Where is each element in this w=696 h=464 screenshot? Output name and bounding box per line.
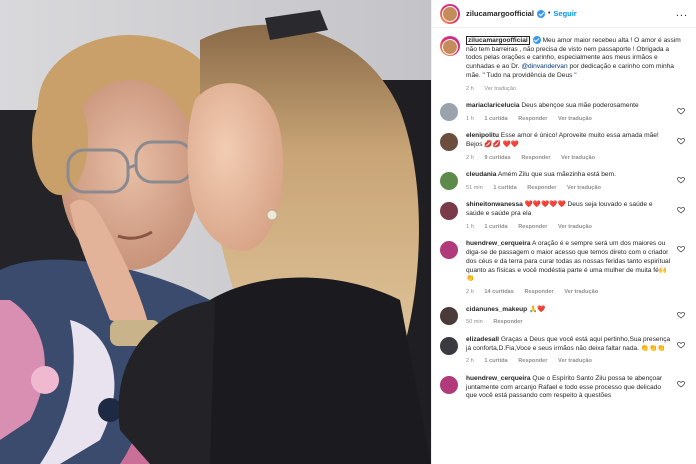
comment-time[interactable]: 2 h xyxy=(466,358,474,364)
reply-button[interactable]: Responder xyxy=(527,185,556,191)
follow-button[interactable]: Seguir xyxy=(553,9,576,18)
translate-link[interactable]: Ver tradução xyxy=(564,289,598,295)
translate-link[interactable]: Ver tradução xyxy=(567,185,601,191)
verified-badge-icon xyxy=(532,36,541,44)
caption-body: zilucamargoofficial Meu amor maior receb… xyxy=(466,35,686,93)
comment-likes[interactable]: 14 curtidas xyxy=(484,289,514,295)
comment-body: cleudania Amém Zilu que sua mãezinha est… xyxy=(466,171,686,192)
comment-item: elizadesall Graças a Deus que você está … xyxy=(440,336,686,366)
comment-text: Deus abençoe sua mãe poderosamente xyxy=(519,102,639,110)
commenter-avatar[interactable] xyxy=(440,202,458,221)
comment-body: huendrew_cerqueira Que o Espírito Santo … xyxy=(466,375,686,401)
header-separator: • xyxy=(547,10,551,17)
reply-button[interactable]: Responder xyxy=(524,289,553,295)
heart-outline-icon[interactable] xyxy=(677,176,685,184)
comment-username[interactable]: cidanunes_makeup xyxy=(466,306,527,313)
comment-item: cleudania Amém Zilu que sua mãezinha est… xyxy=(440,171,686,192)
comment-meta: 2 h 9 curtidas Responder Ver tradução xyxy=(466,155,672,162)
comment-meta: 2 h 1 curtida Responder Ver tradução xyxy=(466,358,672,365)
reply-button[interactable]: Responder xyxy=(518,358,547,364)
commenter-avatar[interactable] xyxy=(440,103,458,122)
comment-body: mariaclaricelucia Deus abençoe sua mãe p… xyxy=(466,102,686,123)
comment-time[interactable]: 51 min xyxy=(466,185,483,191)
post-caption: zilucamargoofficial Meu amor maior receb… xyxy=(440,35,686,93)
reply-button[interactable]: Responder xyxy=(518,224,547,230)
more-options-icon[interactable]: ... xyxy=(676,8,688,19)
comments-panel: zilucamargoofficial • Seguir ... zilucam… xyxy=(431,0,696,464)
comment-time[interactable]: 1 h xyxy=(466,224,474,230)
post-image xyxy=(0,0,431,464)
caption-translate-link[interactable]: Ver tradução xyxy=(484,86,516,92)
comment-item: huendrew_cerqueira Que o Espírito Santo … xyxy=(440,375,686,401)
comment-likes[interactable]: 9 curtidas xyxy=(484,155,510,161)
caption-mention[interactable]: @dinvandervan xyxy=(521,63,567,70)
comment-body: elizadesall Graças a Deus que você está … xyxy=(466,336,686,366)
comment-username[interactable]: huendrew_cerqueira xyxy=(466,375,531,382)
commenter-avatar[interactable] xyxy=(440,336,458,355)
comment-time[interactable]: 2 h xyxy=(466,155,474,161)
reply-button[interactable]: Responder xyxy=(493,319,522,325)
heart-outline-icon[interactable] xyxy=(677,341,685,349)
comment-meta: 50 min Responder xyxy=(466,319,672,326)
comments-list: zilucamargoofficial Meu amor maior receb… xyxy=(432,28,696,401)
comment-username[interactable]: mariaclaricelucia xyxy=(466,102,520,109)
comment-body: shineitonwanessa ❤️❤️❤️❤️❤️ Deus seja lo… xyxy=(466,201,686,231)
caption-meta: 2 h Ver tradução xyxy=(466,86,684,93)
comment-meta: 51 min 1 curtida Responder Ver tradução xyxy=(466,185,672,192)
heart-outline-icon[interactable] xyxy=(677,206,685,214)
comment-item: mariaclaricelucia Deus abençoe sua mãe p… xyxy=(440,102,686,123)
comment-item: huendrew_cerqueira A oração é e sempre s… xyxy=(440,240,686,296)
author-username[interactable]: zilucamargoofficial xyxy=(466,9,534,18)
comment-item: shineitonwanessa ❤️❤️❤️❤️❤️ Deus seja lo… xyxy=(440,201,686,231)
comment-time[interactable]: 50 min xyxy=(466,319,483,325)
translate-link[interactable]: Ver tradução xyxy=(561,155,595,161)
comment-body: huendrew_cerqueira A oração é e sempre s… xyxy=(466,240,686,296)
comment-body: elenipolitu Esse amor é único! Aproveite… xyxy=(466,132,686,162)
reply-button[interactable]: Responder xyxy=(521,155,550,161)
post-header: zilucamargoofficial • Seguir ... xyxy=(432,0,696,28)
heart-outline-icon[interactable] xyxy=(677,137,685,145)
translate-link[interactable]: Ver tradução xyxy=(558,224,592,230)
comment-meta: 1 h 1 curtida Responder Ver tradução xyxy=(466,224,672,231)
comment-likes[interactable]: 1 curtida xyxy=(484,224,507,230)
verified-badge-icon xyxy=(536,9,545,18)
post-photo[interactable] xyxy=(0,0,431,464)
comment-likes[interactable]: 1 curtida xyxy=(493,185,516,191)
comment-item: elenipolitu Esse amor é único! Aproveite… xyxy=(440,132,686,162)
comment-username[interactable]: elizadesall xyxy=(466,336,499,343)
comment-username[interactable]: shineitonwanessa xyxy=(466,201,523,208)
comment-text: 🙏❤️ xyxy=(527,305,546,313)
commenter-avatar[interactable] xyxy=(440,375,458,394)
comment-meta: 1 h 1 curtida Responder Ver tradução xyxy=(466,116,672,123)
caption-avatar-ring[interactable] xyxy=(440,36,460,56)
comment-time[interactable]: 2 h xyxy=(466,289,474,295)
author-avatar-ring[interactable] xyxy=(440,3,460,24)
comment-item: cidanunes_makeup 🙏❤️ 50 min Responder xyxy=(440,306,686,327)
comment-username[interactable]: cleudania xyxy=(466,171,496,178)
comment-username[interactable]: elenipolitu xyxy=(466,132,499,139)
commenter-avatar[interactable] xyxy=(440,133,458,152)
commenter-avatar[interactable] xyxy=(440,306,458,325)
caption-avatar xyxy=(442,39,458,55)
author-avatar xyxy=(442,5,458,22)
heart-outline-icon[interactable] xyxy=(677,311,685,319)
commenter-avatar[interactable] xyxy=(440,172,458,191)
caption-time[interactable]: 2 h xyxy=(466,86,474,92)
comment-likes[interactable]: 1 curtida xyxy=(484,358,507,364)
caption-username[interactable]: zilucamargoofficial xyxy=(466,35,530,45)
comment-meta: 2 h 14 curtidas Responder Ver tradução xyxy=(466,289,672,296)
translate-link[interactable]: Ver tradução xyxy=(558,116,592,122)
comment-username[interactable]: huendrew_cerqueira xyxy=(466,240,531,247)
heart-outline-icon[interactable] xyxy=(677,245,685,253)
heart-outline-icon[interactable] xyxy=(677,107,685,115)
translate-link[interactable]: Ver tradução xyxy=(558,358,592,364)
heart-outline-icon[interactable] xyxy=(677,380,685,388)
comment-body: cidanunes_makeup 🙏❤️ 50 min Responder xyxy=(466,306,686,327)
reply-button[interactable]: Responder xyxy=(518,116,547,122)
comment-text: Amém Zilu que sua mãezinha está bem. xyxy=(496,171,616,179)
comment-likes[interactable]: 1 curtida xyxy=(484,116,507,122)
commenter-avatar[interactable] xyxy=(440,241,458,260)
comment-time[interactable]: 1 h xyxy=(466,116,474,122)
